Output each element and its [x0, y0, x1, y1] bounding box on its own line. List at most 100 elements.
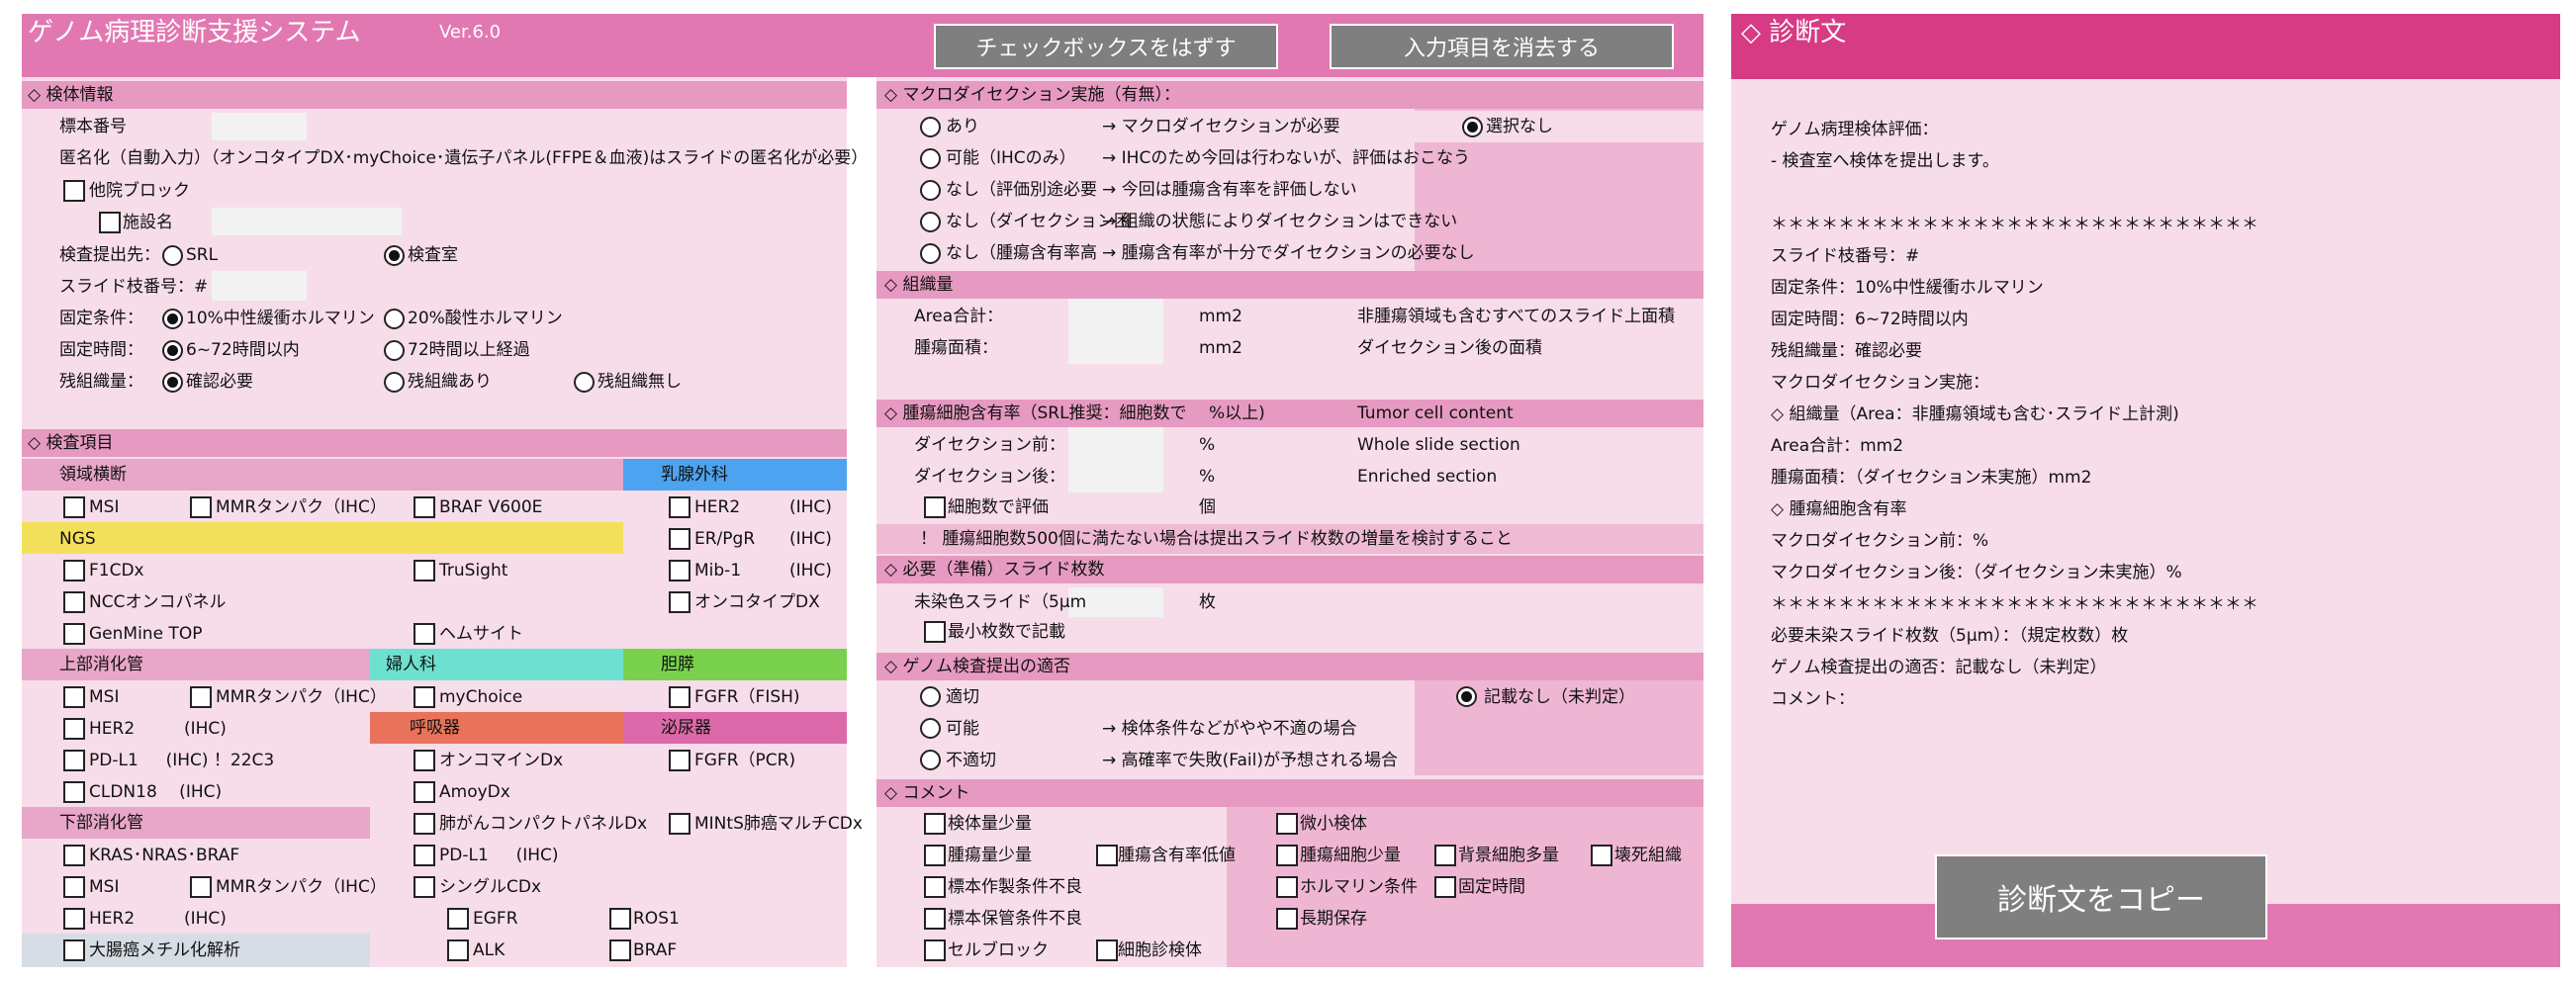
trusight-checkbox[interactable] — [414, 560, 435, 581]
ros1-checkbox[interactable] — [609, 908, 631, 930]
genmine-checkbox[interactable] — [63, 623, 85, 645]
fgfr-pcr-checkbox[interactable] — [669, 750, 690, 771]
other-block-checkbox[interactable] — [63, 180, 85, 202]
fgfr-fish-checkbox[interactable] — [669, 686, 690, 708]
mmr-lower-checkbox[interactable] — [190, 876, 212, 898]
comment-c5-checkbox[interactable] — [1276, 845, 1298, 866]
crc-methyl-label: 大腸癌メチル化解析 — [89, 940, 240, 960]
ngs-label: NGS — [59, 529, 96, 549]
fix-opt2-radio[interactable] — [384, 309, 405, 329]
comment-c2-label: 微小検体 — [1300, 814, 1367, 834]
other-block-label: 他院ブロック — [89, 181, 190, 201]
braf-checkbox[interactable] — [414, 496, 435, 518]
pdl1-ihc-checkbox[interactable] — [414, 845, 435, 866]
msi-checkbox[interactable] — [63, 496, 85, 518]
msi-upper-checkbox[interactable] — [63, 686, 85, 708]
egfr-checkbox[interactable] — [447, 908, 469, 930]
after-label: ダイセクション後： — [914, 467, 1065, 487]
lung-panel-checkbox[interactable] — [414, 813, 435, 835]
single-cdx-checkbox[interactable] — [414, 876, 435, 898]
clear-inputs-button[interactable]: 入力項目を消去する — [1330, 24, 1674, 69]
suit-possible-radio[interactable] — [920, 718, 941, 739]
comment-c3-checkbox[interactable] — [924, 845, 946, 866]
her2-lower-checkbox[interactable] — [63, 908, 85, 930]
cldn18-checkbox[interactable] — [63, 781, 85, 803]
comment-c7-checkbox[interactable] — [1591, 845, 1612, 866]
f1cdx-checkbox[interactable] — [63, 560, 85, 581]
fix-opt2-label: 20%酸性ホルマリン — [408, 309, 563, 328]
er-pgr-checkbox[interactable] — [669, 528, 690, 550]
her2-breast-checkbox[interactable] — [669, 496, 690, 518]
comment-c4-checkbox[interactable] — [1096, 845, 1118, 866]
macro-opt1-radio[interactable] — [920, 117, 941, 137]
macro-opt5-radio[interactable] — [920, 243, 941, 264]
residual-opt1-radio[interactable] — [162, 372, 183, 393]
msi-lower-checkbox[interactable] — [63, 876, 85, 898]
suit-ok-radio[interactable] — [920, 686, 941, 707]
cross-label: 領域横断 — [59, 465, 127, 485]
report-text[interactable]: ゲノム病理検体評価： - 検査室へ検体を提出します。 ＊＊＊＊＊＊＊＊＊＊＊＊＊… — [1771, 115, 2532, 709]
comment-c2-checkbox[interactable] — [1276, 813, 1298, 835]
suit-bad-radio[interactable] — [920, 750, 941, 770]
time-label: 固定時間： — [59, 340, 143, 360]
her2-upper-checkbox[interactable] — [63, 718, 85, 740]
warning-text: ！ 腫瘍細胞数500個に満たない場合は提出スライド枚数の増量を検討すること — [920, 529, 1513, 549]
ncc-checkbox[interactable] — [63, 591, 85, 613]
app-title: ゲノム病理診断支援システム — [28, 18, 361, 47]
count-eval-checkbox[interactable] — [924, 496, 946, 518]
macro-opt1-label: あり — [946, 117, 979, 136]
comment-c8-checkbox[interactable] — [924, 876, 946, 898]
tumor-area-desc: ダイセクション後の面積 — [1357, 338, 1542, 358]
braf2-checkbox[interactable] — [609, 939, 631, 961]
suit-none-radio[interactable] — [1456, 686, 1477, 707]
crc-methyl-checkbox[interactable] — [63, 939, 85, 961]
comment-c10-checkbox[interactable] — [1434, 876, 1456, 898]
residual-opt2-radio[interactable] — [384, 372, 405, 393]
time-opt1-radio[interactable] — [162, 340, 183, 361]
slide-branch-input[interactable] — [212, 271, 307, 301]
dest-lab-radio[interactable] — [384, 245, 405, 266]
mmr-upper-checkbox[interactable] — [190, 686, 212, 708]
alk-checkbox[interactable] — [447, 939, 469, 961]
facility-checkbox[interactable] — [99, 212, 121, 233]
comment-c11-checkbox[interactable] — [924, 908, 946, 930]
macro-opt4-radio[interactable] — [920, 212, 941, 232]
pdl1-22c3-label: PD-L1 (IHC) ！22C3 — [89, 751, 275, 770]
copy-report-button[interactable]: 診断文をコピー — [1935, 854, 2267, 939]
facility-input[interactable] — [212, 208, 402, 235]
time-opt2-radio[interactable] — [384, 340, 405, 361]
min-slides-checkbox[interactable] — [924, 621, 946, 643]
residual-opt3-radio[interactable] — [574, 372, 595, 393]
comment-c1-checkbox[interactable] — [924, 813, 946, 835]
specimen-number-input[interactable] — [212, 113, 307, 140]
mychoice-checkbox[interactable] — [414, 686, 435, 708]
amoydx-checkbox[interactable] — [414, 781, 435, 803]
tissue-header: ◇ 組織量 — [884, 275, 954, 295]
mmr-checkbox[interactable] — [190, 496, 212, 518]
comment-c12-checkbox[interactable] — [1276, 908, 1298, 930]
mib1-checkbox[interactable] — [669, 560, 690, 581]
kras-checkbox[interactable] — [63, 845, 85, 866]
hemesite-checkbox[interactable] — [414, 623, 435, 645]
area-total-input[interactable] — [1068, 299, 1163, 364]
macro-opt3-radio[interactable] — [920, 180, 941, 201]
egfr-label: EGFR — [473, 909, 518, 929]
comment-c9-checkbox[interactable] — [1276, 876, 1298, 898]
macro-opt2-radio[interactable] — [920, 148, 941, 169]
before-after-input[interactable] — [1068, 427, 1163, 492]
suit-possible-label: 可能 — [946, 719, 979, 739]
uncheck-button[interactable]: チェックボックスをはずす — [934, 24, 1278, 69]
oncotype-checkbox[interactable] — [669, 591, 690, 613]
dest-srl-radio[interactable] — [162, 245, 183, 266]
macro-none-radio[interactable] — [1462, 117, 1483, 137]
oncomine-checkbox[interactable] — [414, 750, 435, 771]
comment-c13-checkbox[interactable] — [924, 939, 946, 961]
mints-checkbox[interactable] — [669, 813, 690, 835]
fix-opt1-radio[interactable] — [162, 309, 183, 329]
mychoice-label: myChoice — [439, 687, 523, 707]
comment-header-bar — [876, 779, 1703, 807]
comment-c6-checkbox[interactable] — [1434, 845, 1456, 866]
comment-header: ◇ コメント — [884, 783, 970, 803]
pdl1-22c3-checkbox[interactable] — [63, 750, 85, 771]
comment-c14-checkbox[interactable] — [1096, 939, 1118, 961]
